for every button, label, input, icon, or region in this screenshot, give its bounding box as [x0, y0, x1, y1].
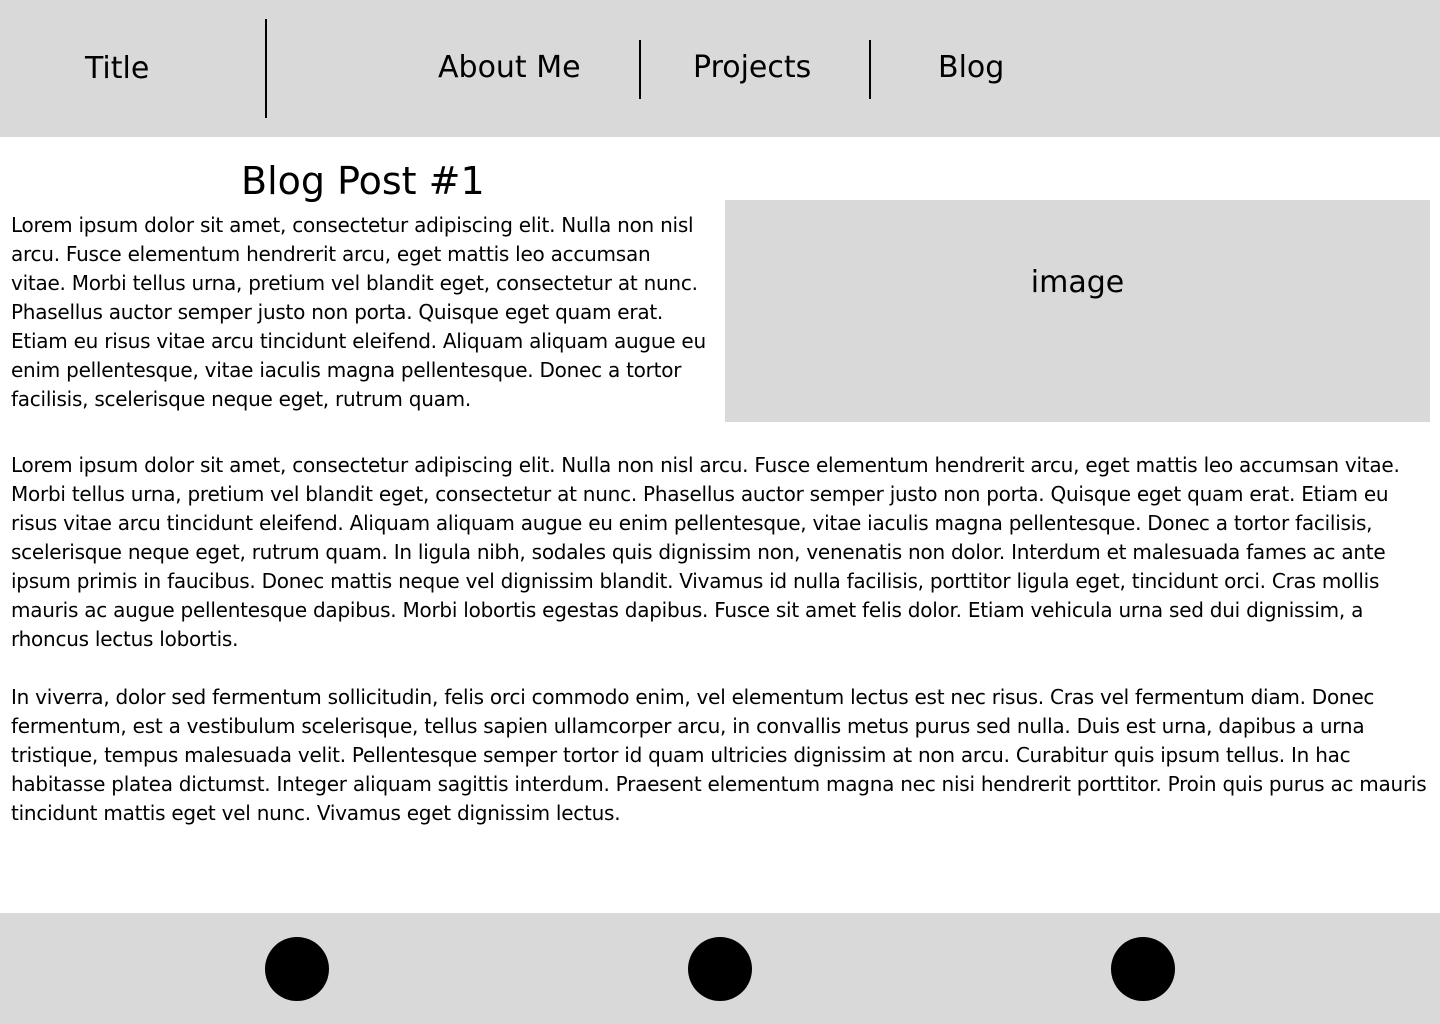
footer-circle-icon-2[interactable]: [688, 937, 752, 1001]
nav-divider: [639, 40, 641, 99]
title-divider: [265, 19, 267, 118]
page: Title About Me Projects Blog Blog Post #…: [0, 0, 1440, 1024]
image-label: image: [1030, 265, 1125, 300]
header-bar: Title About Me Projects Blog: [0, 0, 1440, 137]
post-title: Blog Post #1: [241, 159, 485, 203]
footer-circle-icon-3[interactable]: [1111, 937, 1175, 1001]
nav-link-blog[interactable]: Blog: [938, 50, 1004, 86]
post-intro-paragraph: Lorem ipsum dolor sit amet, consectetur …: [11, 213, 706, 411]
nav-link-projects[interactable]: Projects: [693, 50, 811, 86]
footer-bar: [0, 913, 1440, 1024]
post-body-paragraph-1: Lorem ipsum dolor sit amet, consectetur …: [11, 453, 1400, 651]
post-body-paragraph-2: In viverra, dolor sed fermentum sollicit…: [11, 685, 1427, 825]
site-title[interactable]: Title: [85, 51, 149, 87]
footer-circle-icon-1[interactable]: [265, 937, 329, 1001]
post-image: image: [725, 200, 1430, 422]
nav-link-about-me[interactable]: About Me: [438, 50, 581, 86]
nav-divider: [869, 40, 871, 99]
